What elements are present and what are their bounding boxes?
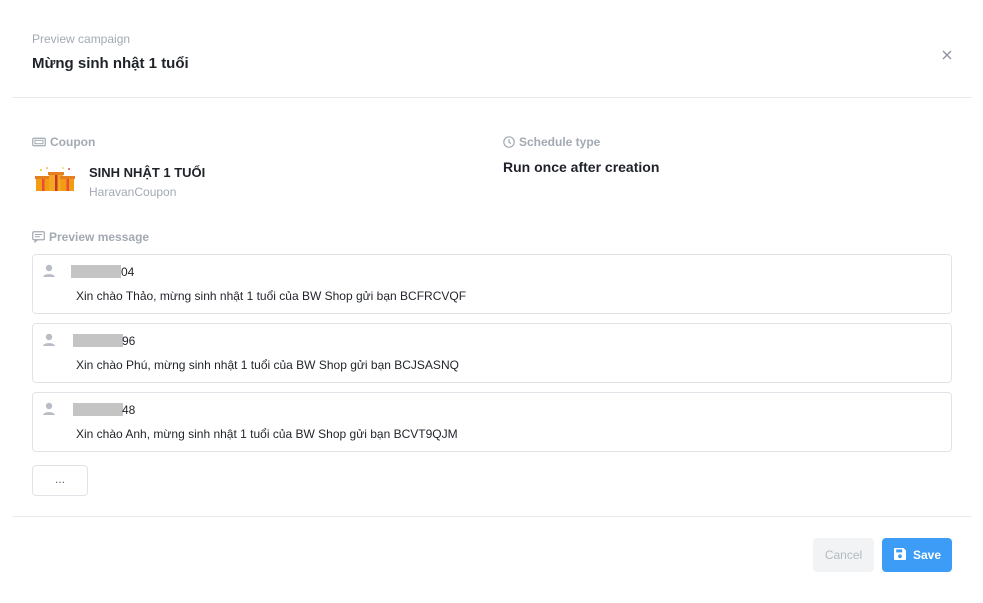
phone-mask <box>73 403 123 416</box>
phone-mask <box>73 334 123 347</box>
close-icon[interactable] <box>937 45 957 65</box>
page-title: Mừng sinh nhật 1 tuổi <box>32 55 189 72</box>
clock-icon <box>503 136 515 148</box>
show-more-button[interactable]: ... <box>32 465 88 496</box>
coupon-provider: HaravanCoupon <box>89 185 177 199</box>
schedule-value: Run once after creation <box>503 159 660 175</box>
coupon-name: SINH NHẬT 1 TUỔI <box>89 165 206 180</box>
schedule-label: Schedule type <box>519 135 601 149</box>
coupon-label: Coupon <box>50 135 96 149</box>
phone-suffix: 48 <box>122 403 136 417</box>
message-text: Xin chào Thảo, mừng sinh nhật 1 tuổi của… <box>76 289 467 303</box>
modal-header: Preview campaign Mừng sinh nhật 1 tuổi <box>0 0 983 98</box>
message-icon <box>32 231 45 243</box>
save-button[interactable]: Save <box>882 538 952 572</box>
gift-boxes-icon <box>33 166 77 196</box>
message-text: Xin chào Phú, mừng sinh nhật 1 tuổi của … <box>76 358 459 372</box>
preview-label: Preview message <box>49 230 150 244</box>
phone-suffix: 04 <box>121 265 135 279</box>
message-card: 48 Xin chào Anh, mừng sinh nhật 1 tuổi c… <box>32 392 952 452</box>
preview-section-label: Preview message <box>32 230 149 244</box>
header-divider <box>12 97 972 98</box>
save-label: Save <box>912 548 942 562</box>
user-icon <box>41 332 57 348</box>
phone-suffix: 96 <box>122 334 136 348</box>
ticket-icon <box>32 136 46 148</box>
schedule-section-label: Schedule type <box>503 135 600 149</box>
coupon-section-label: Coupon <box>32 135 95 149</box>
message-card: 96 Xin chào Phú, mừng sinh nhật 1 tuổi c… <box>32 323 952 383</box>
user-icon <box>41 263 57 279</box>
message-card: 04 Xin chào Thảo, mừng sinh nhật 1 tuổi … <box>32 254 952 314</box>
phone-mask <box>71 265 121 278</box>
user-icon <box>41 401 57 417</box>
footer-divider <box>12 516 972 517</box>
modal-subtitle: Preview campaign <box>32 32 131 46</box>
cancel-button[interactable]: Cancel <box>813 538 874 572</box>
floppy-disk-icon <box>893 547 907 564</box>
message-text: Xin chào Anh, mừng sinh nhật 1 tuổi của … <box>76 427 458 441</box>
